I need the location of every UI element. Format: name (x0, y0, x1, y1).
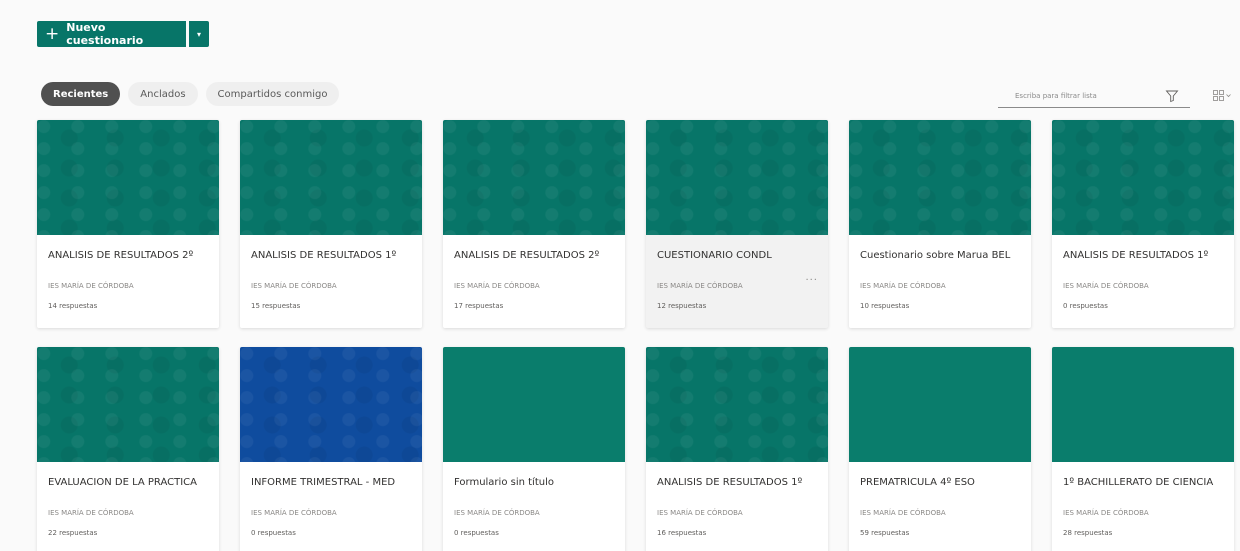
form-card[interactable]: ANÁLISIS DE RESULTADOS 1º IES MARÍA DE C… (240, 120, 422, 328)
new-form-button[interactable]: + Nuevo cuestionario (37, 21, 186, 47)
form-organization: IES MARÍA DE CÓRDOBA (1063, 509, 1149, 517)
form-title: ANÁLISIS DE RESULTADOS 1º (251, 250, 397, 261)
filter-icon[interactable] (1165, 89, 1179, 103)
form-title: Formulario sin título (454, 477, 554, 488)
form-organization: IES MARÍA DE CÓRDOBA (454, 509, 540, 517)
form-thumbnail (1052, 120, 1234, 235)
form-title: INFORME TRIMESTRAL - MED (251, 477, 396, 488)
form-title: PREMATRÍCULA 4º ESO (860, 477, 975, 488)
tab-anclados[interactable]: Anclados (128, 82, 198, 106)
form-card[interactable]: 1º BACHILLERATO DE CIENCIA IES MARÍA DE … (1052, 347, 1234, 551)
form-card[interactable]: ANÁLISIS DE RESULTADOS 2º IES MARÍA DE C… (443, 120, 625, 328)
form-thumbnail (1052, 347, 1234, 462)
form-responses: 12 respuestas (657, 302, 707, 310)
form-card[interactable]: PREMATRÍCULA 4º ESO IES MARÍA DE CÓRDOBA… (849, 347, 1031, 551)
form-organization: IES MARÍA DE CÓRDOBA (48, 282, 134, 290)
form-title: ANÁLISIS DE RESULTADOS 2º (48, 250, 194, 261)
plus-icon: + (45, 23, 60, 44)
form-responses: 22 respuestas (48, 529, 98, 537)
form-responses: 10 respuestas (860, 302, 910, 310)
filter-tabs: Recientes Anclados Compartidos conmigo (41, 82, 340, 106)
chevron-down-icon: ▾ (196, 29, 201, 39)
new-form-button-group: + Nuevo cuestionario ▾ (37, 21, 209, 47)
form-organization: IES MARÍA DE CÓRDOBA (48, 509, 134, 517)
form-title: CUESTIONARIO CONDL (657, 250, 772, 261)
form-title: 1º BACHILLERATO DE CIENCIA (1063, 477, 1214, 488)
form-responses: 59 respuestas (860, 529, 910, 537)
form-thumbnail (240, 120, 422, 235)
form-thumbnail (240, 347, 422, 462)
form-thumbnail (37, 347, 219, 462)
form-organization: IES MARÍA DE CÓRDOBA (251, 282, 337, 290)
form-card[interactable]: Cuestionario sobre Marua BEL IES MARÍA D… (849, 120, 1031, 328)
form-card[interactable]: EVALUACIÓN DE LA PRÁCTICA IES MARÍA DE C… (37, 347, 219, 551)
new-form-dropdown-button[interactable]: ▾ (189, 21, 209, 47)
form-responses: 16 respuestas (657, 529, 707, 537)
form-responses: 15 respuestas (251, 302, 301, 310)
more-options-icon[interactable]: ··· (805, 275, 818, 286)
form-responses: 0 respuestas (1063, 302, 1108, 310)
grid-icon (1213, 89, 1224, 101)
form-organization: IES MARÍA DE CÓRDOBA (860, 282, 946, 290)
tab-compartidos[interactable]: Compartidos conmigo (205, 82, 340, 106)
form-organization: IES MARÍA DE CÓRDOBA (657, 282, 743, 290)
form-responses: 28 respuestas (1063, 529, 1113, 537)
form-card[interactable]: ANÁLISIS DE RESULTADOS 2º IES MARÍA DE C… (37, 120, 219, 328)
form-thumbnail (646, 347, 828, 462)
form-responses: 17 respuestas (454, 302, 504, 310)
form-thumbnail (849, 347, 1031, 462)
form-organization: IES MARÍA DE CÓRDOBA (860, 509, 946, 517)
filter-input[interactable] (1015, 91, 1155, 100)
form-title: ANÁLISIS DE RESULTADOS 1º (1063, 250, 1209, 261)
tab-recientes[interactable]: Recientes (41, 82, 121, 106)
form-organization: IES MARÍA DE CÓRDOBA (1063, 282, 1149, 290)
filter-box (998, 84, 1190, 108)
form-title: EVALUACIÓN DE LA PRÁCTICA (48, 477, 197, 488)
form-responses: 14 respuestas (48, 302, 98, 310)
chevron-down-icon (1226, 93, 1231, 97)
form-card[interactable]: CUESTIONARIO CONDL IES MARÍA DE CÓRDOBA … (646, 120, 828, 328)
form-thumbnail (849, 120, 1031, 235)
form-title: Cuestionario sobre Marua BEL (860, 250, 1011, 261)
form-card[interactable]: Formulario sin título IES MARÍA DE CÓRDO… (443, 347, 625, 551)
form-title: ANÁLISIS DE RESULTADOS 1º (657, 477, 803, 488)
form-thumbnail (646, 120, 828, 235)
form-thumbnail (443, 347, 625, 462)
form-card[interactable]: ANÁLISIS DE RESULTADOS 1º IES MARÍA DE C… (1052, 120, 1234, 328)
form-card[interactable]: ANÁLISIS DE RESULTADOS 1º IES MARÍA DE C… (646, 347, 828, 551)
form-organization: IES MARÍA DE CÓRDOBA (251, 509, 337, 517)
form-organization: IES MARÍA DE CÓRDOBA (454, 282, 540, 290)
new-form-button-label: Nuevo cuestionario (66, 21, 144, 47)
form-responses: 0 respuestas (251, 529, 296, 537)
form-thumbnail (443, 120, 625, 235)
grid-view-icon[interactable] (1213, 88, 1231, 102)
form-responses: 0 respuestas (454, 529, 499, 537)
form-card[interactable]: INFORME TRIMESTRAL - MED IES MARÍA DE CÓ… (240, 347, 422, 551)
form-title: ANÁLISIS DE RESULTADOS 2º (454, 250, 600, 261)
form-thumbnail (37, 120, 219, 235)
form-organization: IES MARÍA DE CÓRDOBA (657, 509, 743, 517)
